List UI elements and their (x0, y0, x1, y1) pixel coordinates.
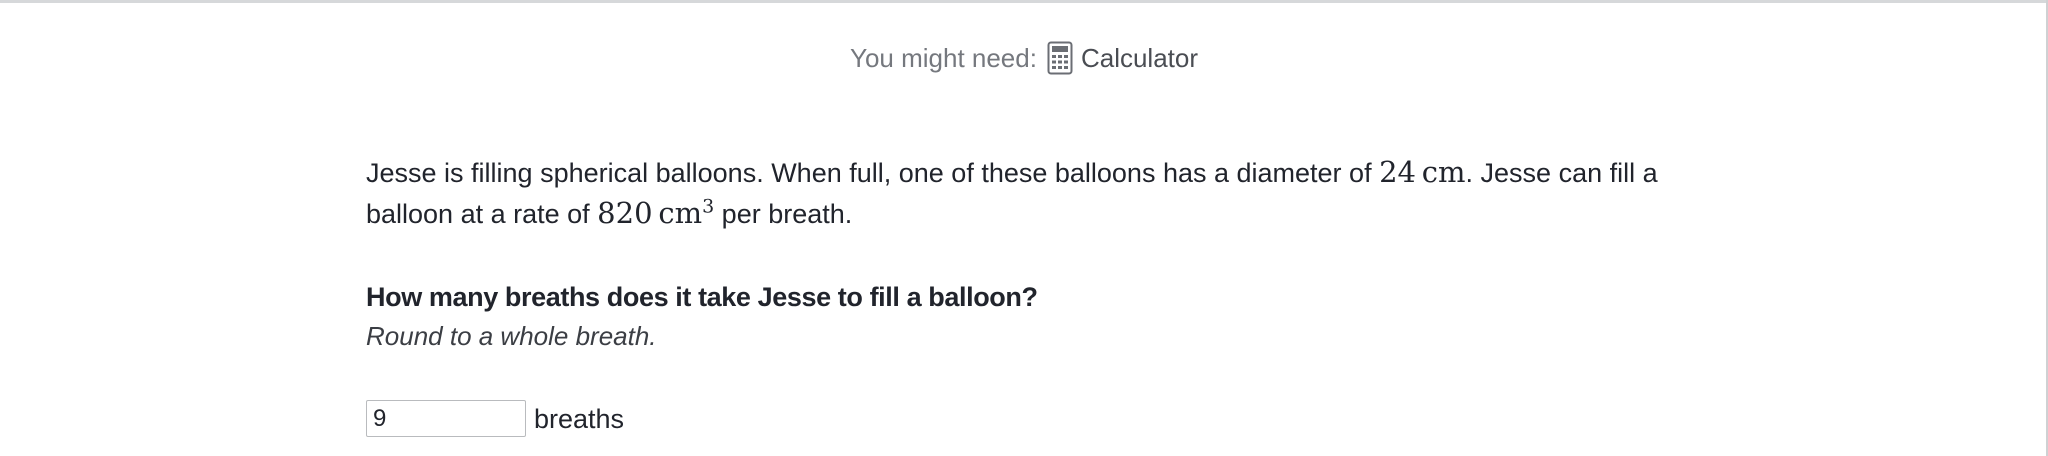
calculator-link[interactable]: Calculator (1081, 40, 1198, 76)
rate-exponent: 3 (702, 195, 715, 218)
rate-value: 820 (597, 196, 653, 230)
rate-unit: cm (658, 196, 703, 230)
diameter-value: 24 (1379, 155, 1416, 189)
diameter-unit: cm (1421, 155, 1466, 189)
problem-text-3: per breath. (714, 199, 853, 229)
answer-unit: breaths (534, 403, 625, 434)
rate-math: 820 cm3 (597, 196, 714, 230)
problem-statement: Jesse is filling spherical balloons. Whe… (366, 152, 1686, 234)
diameter-math: 24 cm (1379, 155, 1465, 189)
question-title: How many breaths does it take Jesse to f… (366, 282, 1038, 312)
tools-label: You might need: (849, 43, 1037, 73)
answer-input[interactable] (366, 400, 526, 437)
question-hint: Round to a whole breath. (366, 321, 657, 351)
calculator-icon[interactable] (1047, 41, 1073, 75)
tools-needed-bar: You might need: Calculator (0, 40, 2048, 76)
answer-row: breaths (366, 400, 624, 437)
problem-text-1: Jesse is filling spherical balloons. Whe… (366, 158, 1380, 188)
top-border (0, 0, 2048, 3)
